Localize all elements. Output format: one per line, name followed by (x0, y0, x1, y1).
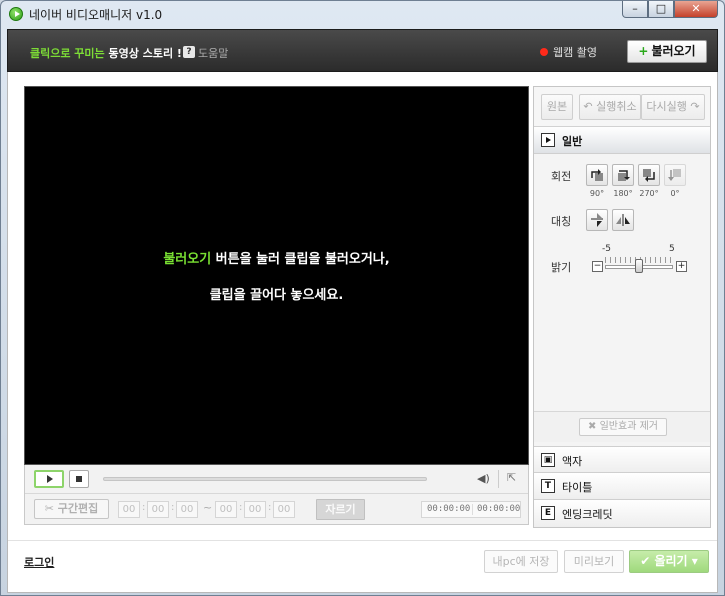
flip-horizontal-icon (616, 214, 630, 226)
brightness-min: -5 (602, 244, 611, 254)
brightness-slider-handle[interactable] (635, 259, 643, 273)
rotate-90-button[interactable] (586, 164, 608, 186)
start-second-field[interactable]: 00 (176, 501, 198, 518)
start-minute-field[interactable]: 00 (147, 501, 169, 518)
rotate-0-button[interactable] (664, 164, 686, 186)
drop-message-line2: 클립을 끌어다 놓으세요. (209, 288, 344, 303)
divider (8, 540, 717, 541)
rotate-label: 회전 (551, 170, 572, 183)
section-frame-label: 액자 (562, 455, 583, 468)
brightness-label: 밝기 (551, 261, 572, 274)
total-time: 00:00:00 (477, 504, 521, 514)
rotate-270-icon (643, 169, 655, 182)
webcam-record-button[interactable]: 웹캠 촬영 (553, 44, 597, 60)
divider (498, 470, 499, 488)
slogan-highlight: 클릭으로 꾸미는 (30, 47, 105, 60)
end-hour-field[interactable]: 00 (215, 501, 237, 518)
divider (472, 504, 473, 515)
app-play-icon (9, 7, 23, 21)
window-controls: – □ ✕ (622, 1, 718, 19)
record-dot-icon (540, 48, 548, 56)
flip-horizontal-button[interactable] (612, 209, 634, 231)
rotate-180-button[interactable] (612, 164, 634, 186)
window-title: 네이버 비디오매니저 v1.0 (29, 8, 163, 22)
section-edit-button[interactable]: ✂ 구간편집 (34, 499, 109, 519)
time-display: 00:00:00 00:00:00 (421, 501, 521, 518)
flip-vertical-icon (591, 213, 603, 227)
close-button[interactable]: ✕ (674, 1, 718, 18)
preview-button[interactable]: 미리보기 (564, 550, 624, 573)
history-toolbar: 원본 ↶ 실행취소 다시실행 ↷ (534, 87, 710, 127)
title-bar: 네이버 비디오매니저 v1.0 – □ ✕ (1, 1, 724, 27)
load-button[interactable]: + 불러오기 (627, 40, 707, 63)
degree-label-270: 270° (639, 189, 659, 198)
expand-icon[interactable]: ⇱ (507, 471, 521, 485)
divider (25, 493, 528, 494)
cut-button[interactable]: 자르기 (316, 499, 365, 520)
save-to-pc-button[interactable]: 내pc에 저장 (484, 550, 558, 573)
current-time: 00:00:00 (427, 504, 471, 514)
play-button[interactable] (34, 470, 64, 488)
section-general-label: 일반 (562, 135, 583, 148)
plus-icon: + (638, 44, 649, 58)
main-area: 불러오기 버튼을 눌러 클립을 불러오거나, 클립을 끌어다 놓으세요. ◀) … (7, 72, 718, 593)
drop-message-line1: 불러오기 버튼을 눌러 클립을 불러오거나, (163, 252, 390, 267)
time-separator: : (142, 502, 146, 513)
video-preview[interactable]: 불러오기 버튼을 눌러 클립을 불러오거나, 클립을 끌어다 놓으세요. (24, 86, 529, 465)
load-button-label: 불러오기 (651, 44, 696, 58)
playback-controls: ◀) ⇱ ✂ 구간편집 00 : 00 : 00 ~ 00 : 00 : 00 … (24, 465, 529, 525)
section-title-label: 타이틀 (562, 481, 593, 494)
upload-button[interactable]: ✔ 올리기 ▾ (629, 550, 709, 573)
end-minute-field[interactable]: 00 (244, 501, 266, 518)
slogan-text: 동영상 스토리 ! (108, 47, 182, 60)
frame-icon: ▣ (541, 453, 555, 467)
flip-vertical-button[interactable] (586, 209, 608, 231)
reset-row: ✖ 일반효과 제거 (534, 411, 710, 442)
brightness-max: 5 (669, 244, 675, 254)
rotate-90-icon (591, 169, 603, 181)
degree-label-180: 180° (613, 189, 633, 198)
expand-arrow-icon (541, 133, 555, 147)
remove-general-effects-button[interactable]: ✖ 일반효과 제거 (579, 418, 667, 436)
volume-icon[interactable]: ◀) (477, 472, 493, 486)
undo-button[interactable]: ↶ 실행취소 (579, 94, 641, 120)
redo-button[interactable]: 다시실행 ↷ (641, 94, 705, 120)
time-separator: : (268, 502, 272, 513)
rotate-180-icon (618, 170, 630, 181)
seek-bar[interactable] (103, 477, 427, 481)
section-title-header[interactable]: T 타이틀 (534, 473, 710, 500)
effects-panel: 원본 ↶ 실행취소 다시실행 ↷ 일반 회전 90° 180° 270° 0° … (533, 86, 711, 528)
section-general-header[interactable]: 일반 (534, 127, 710, 154)
brightness-plus-button[interactable]: + (676, 261, 687, 272)
start-hour-field[interactable]: 00 (118, 501, 140, 518)
rotate-270-button[interactable] (638, 164, 660, 186)
stop-button[interactable] (69, 470, 89, 488)
time-separator: : (239, 502, 243, 513)
original-button[interactable]: 원본 (541, 94, 573, 120)
brightness-minus-button[interactable]: − (592, 261, 603, 272)
credits-icon: E (541, 506, 555, 520)
drop-message-highlight: 불러오기 (163, 252, 212, 267)
app-window: 네이버 비디오매니저 v1.0 – □ ✕ 클릭으로 꾸미는 동영상 스토리 !… (0, 0, 725, 596)
degree-label-90: 90° (589, 189, 605, 198)
section-frame-header[interactable]: ▣ 액자 (534, 446, 710, 473)
login-link[interactable]: 로그인 (24, 554, 54, 570)
slogan: 클릭으로 꾸미는 동영상 스토리 ! (30, 45, 182, 61)
section-credits-label: 엔딩크레딧 (562, 508, 613, 521)
time-separator: : (171, 502, 175, 513)
minimize-button[interactable]: – (622, 1, 648, 18)
header-bar: 클릭으로 꾸미는 동영상 스토리 ! ? 도움말 웹캠 촬영 + 불러오기 (7, 29, 718, 72)
flip-label: 대칭 (551, 215, 572, 228)
end-second-field[interactable]: 00 (273, 501, 295, 518)
section-credits-header[interactable]: E 엔딩크레딧 (534, 500, 710, 527)
help-link[interactable]: 도움말 (198, 45, 228, 61)
range-tilde: ~ (203, 501, 213, 514)
rotate-0-icon (668, 169, 681, 181)
title-icon: T (541, 479, 555, 493)
help-icon[interactable]: ? (183, 46, 195, 58)
degree-label-0: 0° (670, 189, 680, 198)
maximize-button[interactable]: □ (648, 1, 674, 18)
